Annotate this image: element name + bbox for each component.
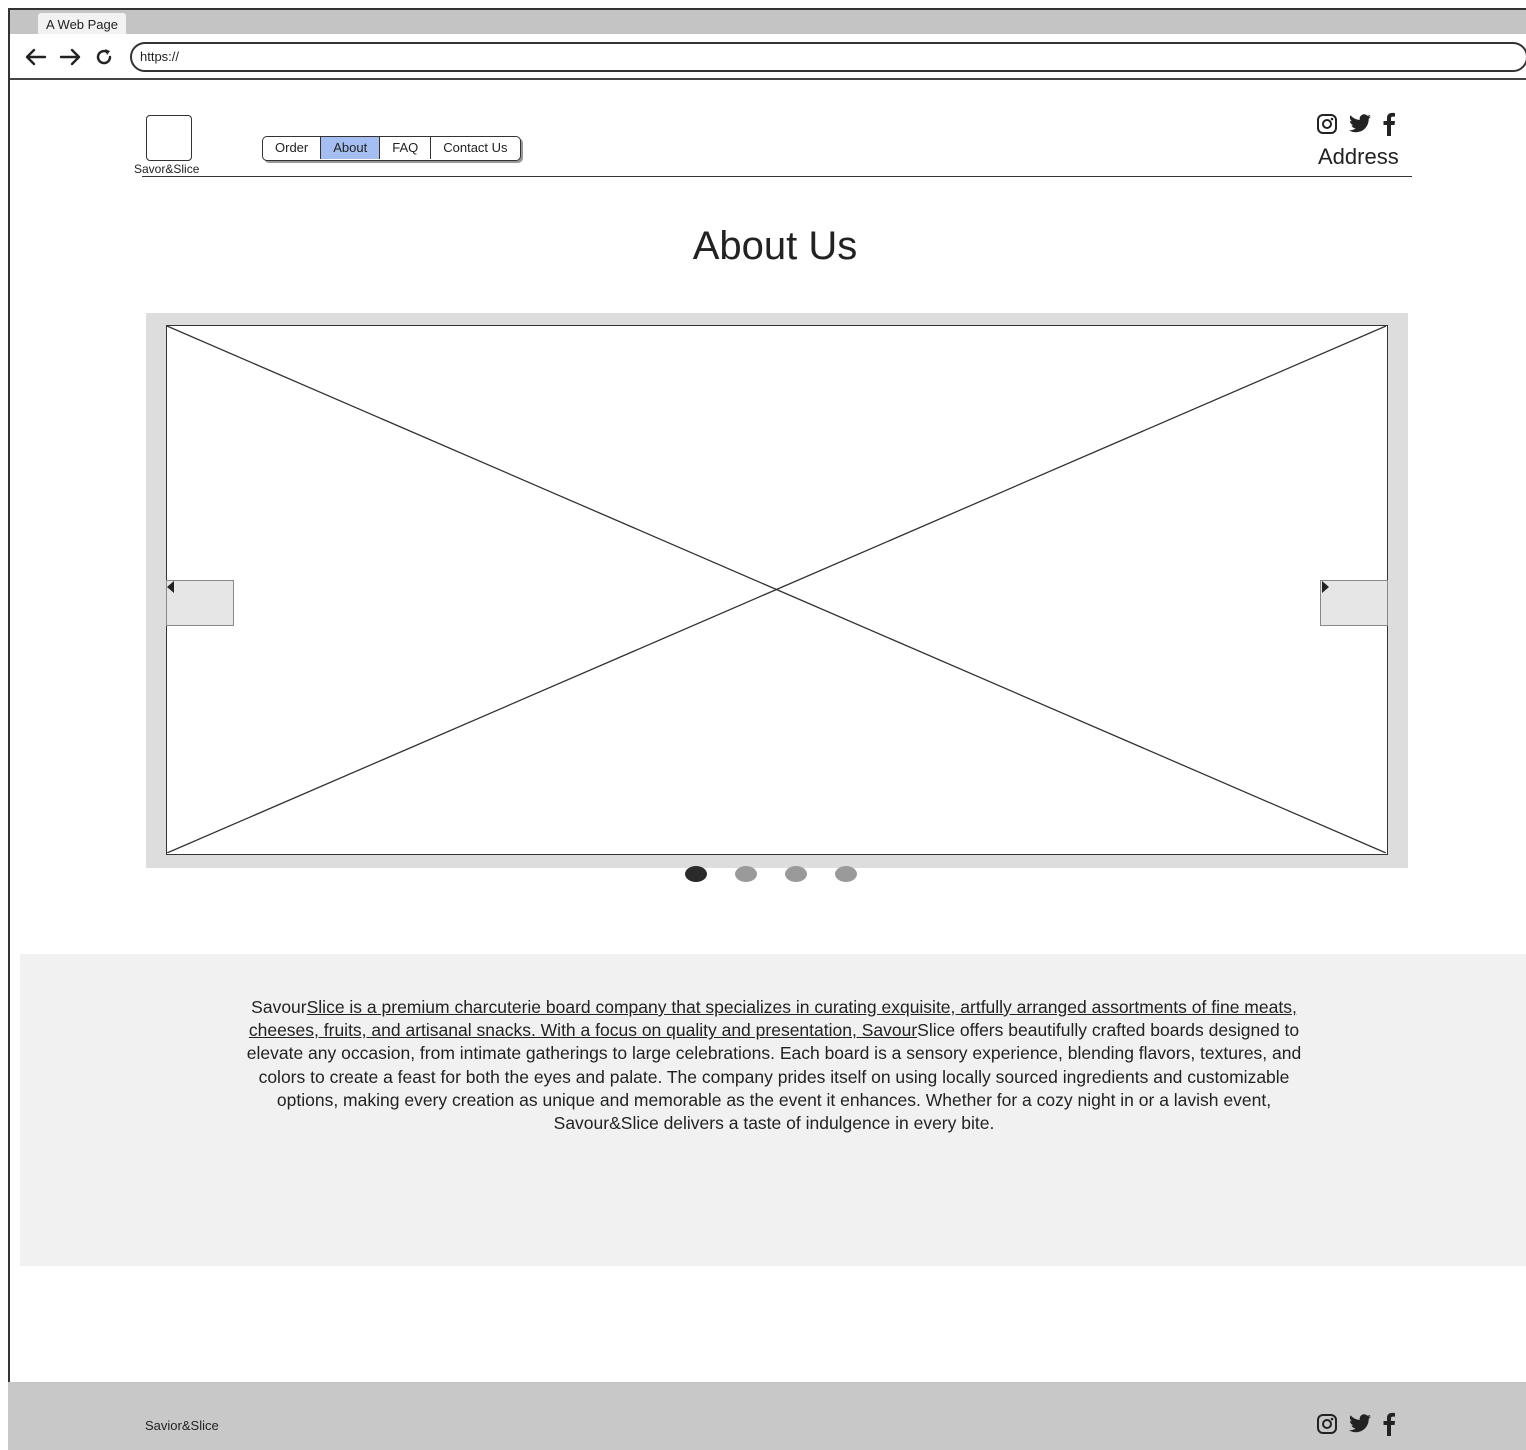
carousel-image-placeholder [166, 325, 1388, 855]
page-title: About Us [692, 224, 858, 268]
menu-item-contact-us[interactable]: Contact Us [431, 137, 519, 159]
image-carousel [146, 313, 1408, 868]
footer-social-links [1316, 1412, 1396, 1441]
description-part-1: Savour [251, 997, 307, 1017]
carousel-prev-button[interactable] [166, 580, 234, 626]
instagram-icon[interactable] [1316, 1413, 1338, 1440]
instagram-icon[interactable] [1316, 113, 1338, 140]
header-social-links [1316, 112, 1396, 141]
carousel-dot-2[interactable] [735, 866, 757, 882]
main-menu: Order About FAQ Contact Us [262, 136, 521, 161]
footer-brand: Savior&Slice [145, 1418, 219, 1433]
address-text: Address [1318, 144, 1399, 169]
facebook-icon[interactable] [1382, 112, 1396, 141]
caret-left-icon [167, 581, 174, 593]
caret-right-icon [1322, 581, 1329, 593]
carousel-dot-1[interactable] [685, 866, 707, 882]
header-divider [142, 176, 1412, 177]
menu-item-about[interactable]: About [321, 137, 381, 159]
logo-placeholder[interactable] [146, 115, 192, 161]
carousel-indicators [685, 866, 857, 882]
carousel-dot-4[interactable] [835, 866, 857, 882]
footer: Savior&Slice [8, 1382, 1526, 1450]
logo-text: Savor&Slice [134, 162, 200, 176]
carousel-dot-3[interactable] [785, 866, 807, 882]
twitter-icon[interactable] [1348, 1413, 1372, 1440]
carousel-next-button[interactable] [1320, 580, 1388, 626]
menu-item-faq[interactable]: FAQ [380, 137, 432, 159]
facebook-icon[interactable] [1382, 1412, 1396, 1441]
twitter-icon[interactable] [1348, 113, 1372, 140]
about-description: SavourSlice is a premium charcuterie boa… [244, 996, 1304, 1135]
menu-item-order[interactable]: Order [263, 137, 322, 159]
